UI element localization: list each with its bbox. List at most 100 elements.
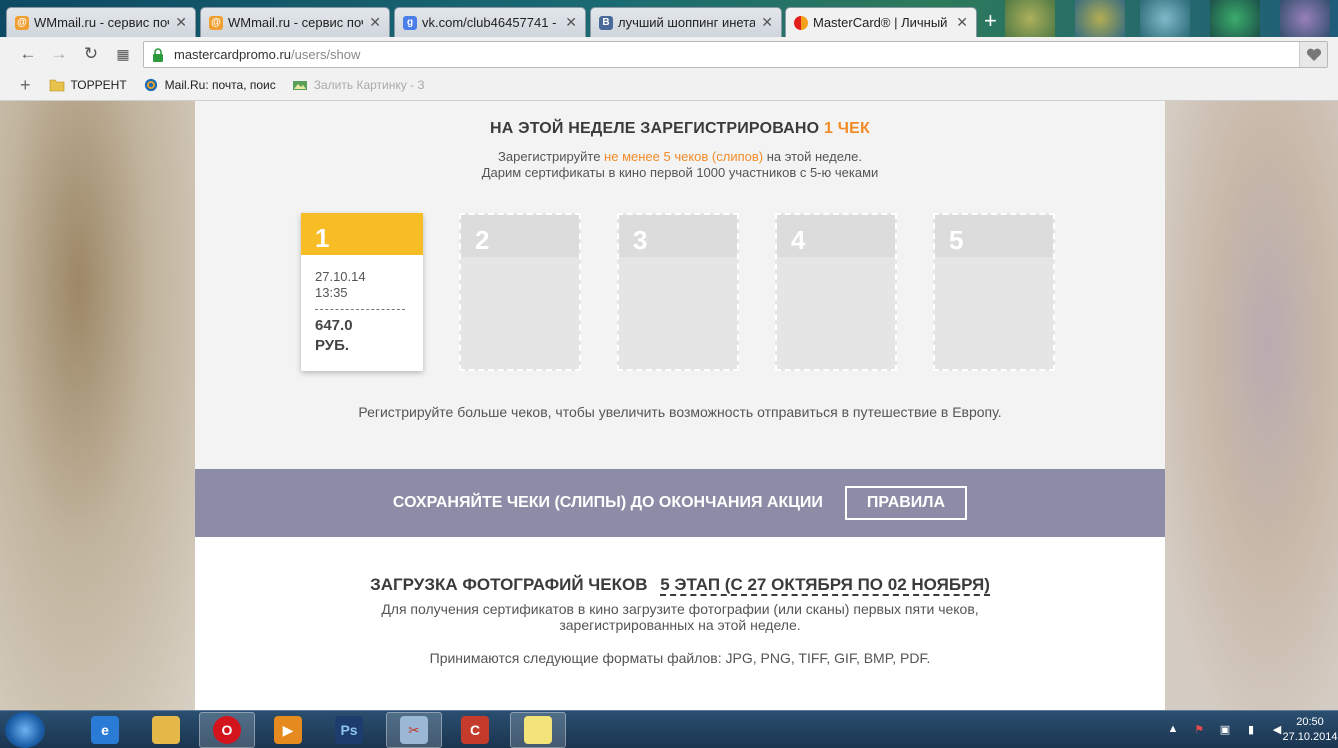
receipt-time: 13:35: [315, 285, 348, 300]
taskbar-app[interactable]: C: [447, 712, 503, 748]
network-icon[interactable]: ▮: [1244, 723, 1258, 737]
receipt-number: 5: [935, 215, 1053, 257]
heart-icon: [1306, 48, 1321, 61]
more-receipts-text: Регистрируйте больше чеков, чтобы увелич…: [358, 404, 1002, 420]
clock-date: 27.10.2014: [1282, 731, 1338, 743]
desktop-decoration: [1280, 0, 1330, 37]
mail-fav-icon: @: [209, 15, 223, 30]
close-icon[interactable]: ✕: [565, 14, 577, 31]
close-icon[interactable]: ✕: [956, 14, 968, 31]
register-info: Зарегистрируйте не менее 5 чеков (слипов…: [195, 149, 1165, 181]
windows-taskbar: e O ▶ Ps ✂ C ▲ ⚑ ▣ ▮ ◀ 20:50 27.10.2014: [0, 710, 1338, 748]
sticky-notes-icon: [524, 716, 552, 744]
receipt-date: 27.10.14: [315, 269, 366, 284]
tab-title: MasterCard® | Личный ка: [813, 15, 951, 30]
receipt-number: 3: [619, 215, 737, 257]
desktop-decoration: [1075, 0, 1125, 37]
ccleaner-icon: C: [461, 716, 489, 744]
bookmark-item[interactable]: ТОРРЕНТ: [49, 78, 127, 92]
receipt-slot-5: 5: [933, 213, 1055, 371]
register-suffix: на этой неделе.: [766, 149, 862, 164]
apps-grid-icon[interactable]: ▦: [112, 43, 134, 65]
receipt-number: 4: [777, 215, 895, 257]
bookmark-label: Залить Картинку - З: [313, 78, 425, 92]
upload-heading: ЗАГРУЗКА ФОТОГРАФИЙ ЧЕКОВ 5 ЭТАП (С 27 О…: [195, 575, 1165, 596]
url-domain: mastercardpromo.ru: [174, 47, 292, 62]
close-icon[interactable]: ✕: [761, 14, 773, 31]
browser-tab-active[interactable]: MasterCard® | Личный ка ✕: [785, 7, 977, 37]
bookmark-label: Mail.Ru: почта, поис: [164, 78, 276, 92]
save-receipts-band: СОХРАНЯЙТЕ ЧЕКИ (СЛИПЫ) ДО ОКОНЧАНИЯ АКЦ…: [195, 469, 1165, 537]
forward-arrow-icon[interactable]: →: [48, 43, 70, 65]
reload-icon[interactable]: ↻: [80, 43, 102, 65]
background-blur-right: [1165, 101, 1338, 710]
bookmark-item[interactable]: Залить Картинку - З: [292, 78, 425, 92]
receipt-separator: [315, 309, 405, 310]
device-icon[interactable]: ▣: [1218, 723, 1232, 737]
browser-tab[interactable]: B лучший шоппинг инета | ✕: [590, 7, 782, 37]
tab-title: vk.com/club46457741 - По: [422, 15, 559, 30]
close-icon[interactable]: ✕: [175, 14, 187, 31]
desktop-decoration: [1210, 0, 1260, 37]
snipping-tool-icon: ✂: [400, 716, 428, 744]
band-text: СОХРАНЯЙТЕ ЧЕКИ (СЛИПЫ) ДО ОКОНЧАНИЯ АКЦ…: [392, 494, 823, 511]
weekly-receipts-section: НА ЭТОЙ НЕДЕЛЕ ЗАРЕГИСТРИРОВАНО 1 ЧЕК За…: [195, 101, 1165, 469]
week-heading: НА ЭТОЙ НЕДЕЛЕ ЗАРЕГИСТРИРОВАНО 1 ЧЕК: [195, 120, 1165, 138]
upload-section: ЗАГРУЗКА ФОТОГРАФИЙ ЧЕКОВ 5 ЭТАП (С 27 О…: [195, 537, 1165, 710]
mail-fav-icon: @: [15, 15, 29, 30]
tab-title: WMmail.ru - сервис почто: [228, 15, 363, 30]
address-bar[interactable]: mastercardpromo.ru/users/show: [143, 41, 1328, 68]
browser-tab[interactable]: @ WMmail.ru - сервис почто ✕: [6, 7, 196, 37]
upload-line-1: Для получения сертификатов в кино загруз…: [381, 601, 979, 617]
file-formats-text: Принимаются следующие форматы файлов: JP…: [429, 650, 931, 666]
bookmark-item[interactable]: Mail.Ru: почта, поис: [143, 78, 276, 92]
close-icon[interactable]: ✕: [369, 14, 381, 31]
photoshop-icon: Ps: [335, 716, 363, 744]
taskbar-app[interactable]: ▶: [260, 712, 316, 748]
opera-icon: O: [213, 716, 241, 744]
week-heading-text: НА ЭТОЙ НЕДЕЛЕ ЗАРЕГИСТРИРОВАНО: [489, 120, 820, 137]
show-hidden-icons-icon[interactable]: ▲: [1166, 723, 1180, 737]
receipt-number: 1: [301, 213, 423, 255]
system-tray: ▲ ⚑ ▣ ▮ ◀: [1160, 711, 1290, 748]
image-upload-icon: [292, 81, 307, 90]
clock-time: 20:50: [1296, 716, 1324, 728]
bookmarks-bar: + ТОРРЕНТ Mail.Ru: почта, поис Залить Ка…: [0, 70, 1338, 101]
tab-title: лучший шоппинг инета |: [618, 15, 756, 30]
back-arrow-icon[interactable]: ←: [17, 43, 39, 65]
file-explorer-icon: [152, 716, 180, 744]
taskbar-app[interactable]: O: [199, 712, 255, 748]
receipt-slot-2: 2: [459, 213, 581, 371]
taskbar-app[interactable]: [510, 712, 566, 748]
taskbar-clock[interactable]: 20:50 27.10.2014: [1282, 715, 1338, 745]
register-highlight: не менее 5 чеков (слипов): [604, 149, 764, 164]
url-path: /users/show: [291, 47, 361, 62]
add-bookmark-button[interactable]: +: [20, 75, 31, 96]
upload-line-2: зарегистрированных на этой неделе.: [559, 617, 801, 633]
tab-title: WMmail.ru - сервис почто: [34, 15, 169, 30]
upload-heading-text: ЗАГРУЗКА ФОТОГРАФИЙ ЧЕКОВ: [370, 575, 648, 594]
page-viewport: НА ЭТОЙ НЕДЕЛЕ ЗАРЕГИСТРИРОВАНО 1 ЧЕК За…: [0, 101, 1338, 710]
certificates-line: Дарим сертификаты в кино первой 1000 уча…: [481, 165, 879, 180]
taskbar-app[interactable]: ✂: [386, 712, 442, 748]
rules-button[interactable]: ПРАВИЛА: [844, 486, 968, 520]
start-button[interactable]: [5, 712, 45, 748]
browser-tab[interactable]: @ WMmail.ru - сервис почто ✕: [200, 7, 390, 37]
receipt-number: 2: [461, 215, 579, 257]
new-tab-button[interactable]: +: [984, 10, 1000, 34]
register-prefix: Зарегистрируйте: [498, 149, 601, 164]
internet-explorer-icon: e: [91, 716, 119, 744]
action-center-icon[interactable]: ⚑: [1192, 723, 1206, 737]
background-blur-left: [0, 101, 195, 710]
upload-info: Для получения сертификатов в кино загруз…: [195, 601, 1165, 633]
browser-tab[interactable]: g vk.com/club46457741 - По ✕: [394, 7, 586, 37]
stage-dropdown[interactable]: 5 ЭТАП (С 27 ОКТЯБРЯ ПО 02 НОЯБРЯ): [660, 575, 990, 596]
url-text: mastercardpromo.ru/users/show: [174, 47, 360, 62]
taskbar-app[interactable]: Ps: [321, 712, 377, 748]
taskbar-app[interactable]: [138, 712, 194, 748]
taskbar-app[interactable]: e: [77, 712, 133, 748]
mastercard-fav-icon: [794, 15, 808, 30]
receipt-slot-1: 1 27.10.14 13:35 647.0 РУБ.: [301, 213, 423, 371]
bookmark-heart-button[interactable]: [1299, 42, 1327, 67]
receipt-slot-3: 3: [617, 213, 739, 371]
